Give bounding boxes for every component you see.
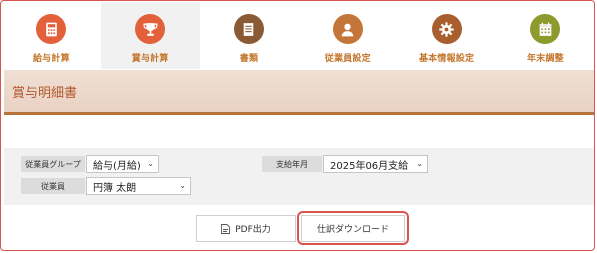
employee-label: 従業員 [21,178,85,194]
nav-item-payroll[interactable]: 給与計算 [2,2,101,69]
calendar-icon [530,14,561,44]
nav-item-bonus[interactable]: 賞与計算 [100,2,200,69]
nav-item-year-end[interactable]: 年末調整 [496,2,594,69]
employee-select[interactable]: 円簿 太朗 ⌄ [86,177,191,195]
chevron-down-icon: ⌄ [416,159,423,168]
page-title: 賞与明細書 [12,86,78,101]
nav-item-employee-settings[interactable]: 従業員設定 [298,2,397,69]
app-frame: 給与計算 賞与計算 書類 従業員設定 基本情報設定 年末調整 賞与明細書 従業員… [0,0,595,251]
payment-month-select[interactable]: 2025年06月支給 ⌄ [323,155,428,173]
gear-icon [431,14,462,44]
employee-value: 円簿 太朗 [93,182,137,194]
chevron-down-icon: ⌄ [179,181,186,190]
pdf-export-button[interactable]: PDF出力 [196,215,296,242]
nav-label: 書類 [239,54,259,64]
nav-label: 従業員設定 [324,54,371,64]
payment-month-value: 2025年06月支給 [330,160,409,172]
nav-item-documents[interactable]: 書類 [200,2,299,69]
filter-panel: 従業員グループ 給与(月給) ⌄ 従業員 円簿 太朗 ⌄ 支給年月 2025年0… [4,148,594,205]
page-header: 賞与明細書 [4,70,594,112]
person-icon [332,14,363,44]
employee-group-select[interactable]: 給与(月給) ⌄ [86,155,159,173]
nav-label: 年末調整 [526,54,564,64]
document-icon [233,14,264,44]
payment-month-label: 支給年月 [262,156,322,172]
trophy-icon [135,14,166,44]
employee-group-label: 従業員グループ [21,156,85,172]
journal-download-button[interactable]: 仕訳ダウンロード [301,215,405,242]
journal-download-label: 仕訳ダウンロード [316,225,389,235]
nav-item-basic-settings[interactable]: 基本情報設定 [397,2,496,69]
calculator-icon [36,14,67,44]
pdf-icon [221,223,231,234]
nav-label: 賞与計算 [131,54,169,64]
header-divider [4,112,594,115]
nav-label: 給与計算 [32,54,70,64]
main-nav: 給与計算 賞与計算 書類 従業員設定 基本情報設定 年末調整 [2,2,594,69]
chevron-down-icon: ⌄ [147,159,154,168]
pdf-export-label: PDF出力 [235,225,271,235]
employee-group-value: 給与(月給) [93,160,141,172]
nav-label: 基本情報設定 [418,54,475,64]
